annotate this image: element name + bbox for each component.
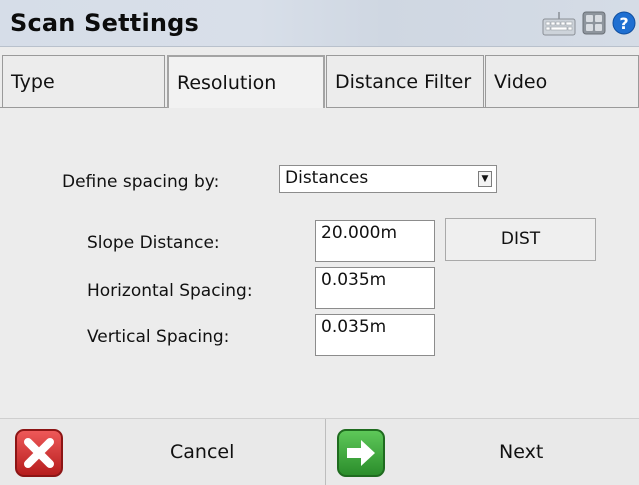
tab-bar: Type Resolution Distance Filter Video bbox=[0, 55, 639, 108]
next-button[interactable]: Next bbox=[326, 419, 639, 485]
calculator-icon[interactable] bbox=[582, 11, 606, 39]
horizontal-spacing-label: Horizontal Spacing: bbox=[87, 281, 253, 301]
tab-video[interactable]: Video bbox=[485, 55, 639, 108]
svg-text:?: ? bbox=[619, 14, 628, 33]
tab-video-label: Video bbox=[494, 71, 548, 93]
cancel-icon bbox=[14, 428, 64, 482]
tab-resolution-label: Resolution bbox=[177, 72, 277, 94]
next-label: Next bbox=[499, 441, 544, 463]
define-spacing-label: Define spacing by: bbox=[62, 172, 220, 192]
title-bar: Scan Settings ? bbox=[0, 0, 639, 47]
cancel-button[interactable]: Cancel bbox=[0, 419, 325, 485]
tab-underline bbox=[326, 107, 639, 108]
tab-distance-filter[interactable]: Distance Filter bbox=[326, 55, 484, 108]
define-spacing-value: Distances bbox=[285, 168, 369, 188]
vertical-spacing-label: Vertical Spacing: bbox=[87, 327, 230, 347]
window-title: Scan Settings bbox=[10, 9, 200, 37]
dist-button[interactable]: DIST bbox=[445, 218, 596, 261]
tab-resolution[interactable]: Resolution bbox=[167, 55, 325, 108]
slope-distance-label: Slope Distance: bbox=[87, 233, 220, 253]
tab-type-label: Type bbox=[11, 71, 55, 93]
vertical-spacing-field[interactable]: 0.035m bbox=[315, 314, 435, 356]
define-spacing-dropdown[interactable]: Distances ▼ bbox=[279, 165, 497, 193]
cancel-label: Cancel bbox=[170, 441, 235, 463]
tab-distance-filter-label: Distance Filter bbox=[335, 71, 472, 93]
tab-type[interactable]: Type bbox=[2, 55, 165, 108]
arrow-right-icon bbox=[336, 428, 386, 482]
slope-distance-field[interactable]: 20.000m bbox=[315, 220, 435, 262]
keyboard-icon[interactable] bbox=[542, 12, 576, 40]
bottom-bar: Cancel Next bbox=[0, 418, 639, 485]
horizontal-spacing-field[interactable]: 0.035m bbox=[315, 267, 435, 309]
chevron-down-icon[interactable]: ▼ bbox=[478, 171, 492, 187]
help-icon[interactable]: ? bbox=[612, 11, 636, 39]
tab-underline bbox=[0, 107, 167, 108]
